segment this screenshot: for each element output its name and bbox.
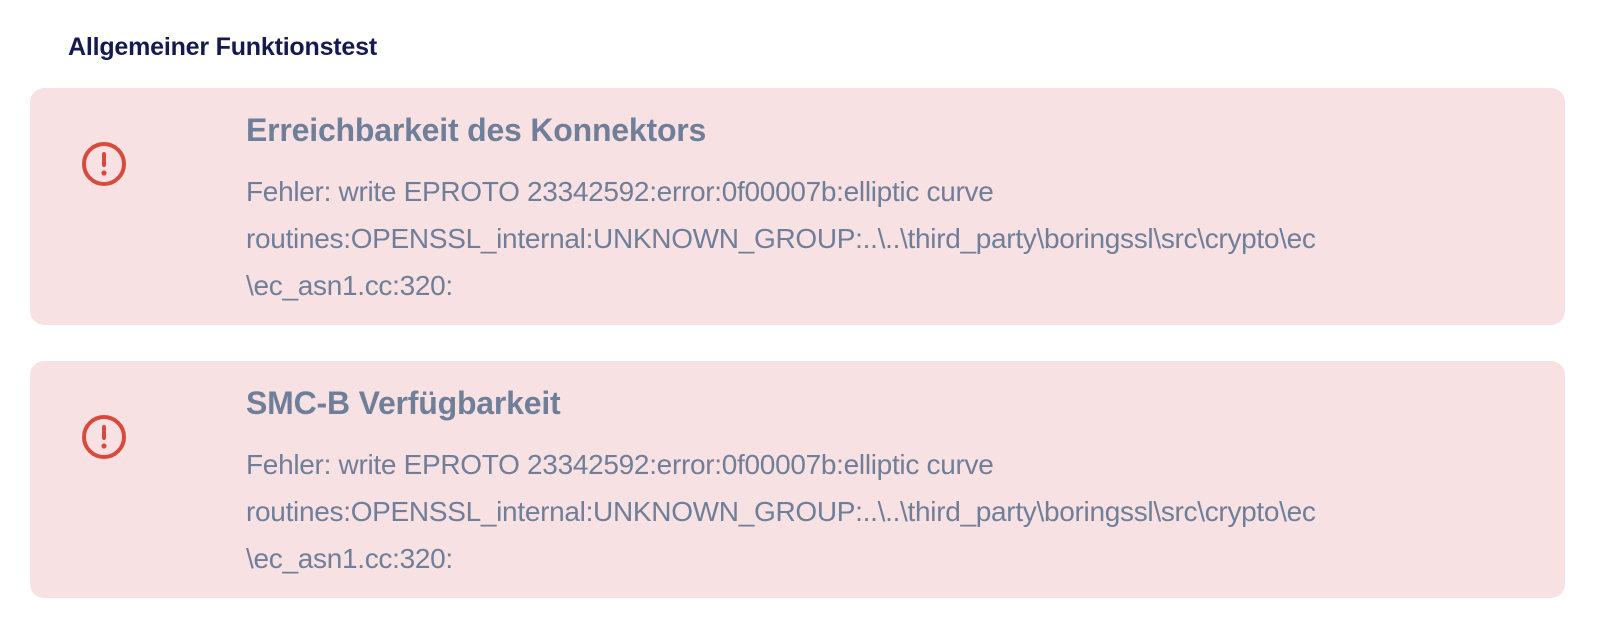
error-message-line: routines:OPENSSL_internal:UNKNOWN_GROUP:… xyxy=(246,496,1316,527)
check-card-konnektor: Erreichbarkeit des Konnektors Fehler: wr… xyxy=(30,88,1565,325)
check-card-smcb: SMC-B Verfügbarkeit Fehler: write EPROTO… xyxy=(30,361,1565,598)
error-message-line: \ec_asn1.cc:320: xyxy=(246,543,453,574)
error-message-line: routines:OPENSSL_internal:UNKNOWN_GROUP:… xyxy=(246,223,1316,254)
error-message-line: Fehler: write EPROTO 23342592:error:0f00… xyxy=(246,449,994,480)
check-error-message: Fehler: write EPROTO 23342592:error:0f00… xyxy=(246,441,1546,582)
check-error-message: Fehler: write EPROTO 23342592:error:0f00… xyxy=(246,168,1546,309)
error-exclamation-icon xyxy=(80,140,128,188)
check-title: Erreichbarkeit des Konnektors xyxy=(246,112,707,148)
section-title: Allgemeiner Funktionstest xyxy=(68,33,377,61)
error-message-line: \ec_asn1.cc:320: xyxy=(246,270,453,301)
error-exclamation-icon xyxy=(80,413,128,461)
error-message-line: Fehler: write EPROTO 23342592:error:0f00… xyxy=(246,176,994,207)
check-title: SMC-B Verfügbarkeit xyxy=(246,385,561,421)
